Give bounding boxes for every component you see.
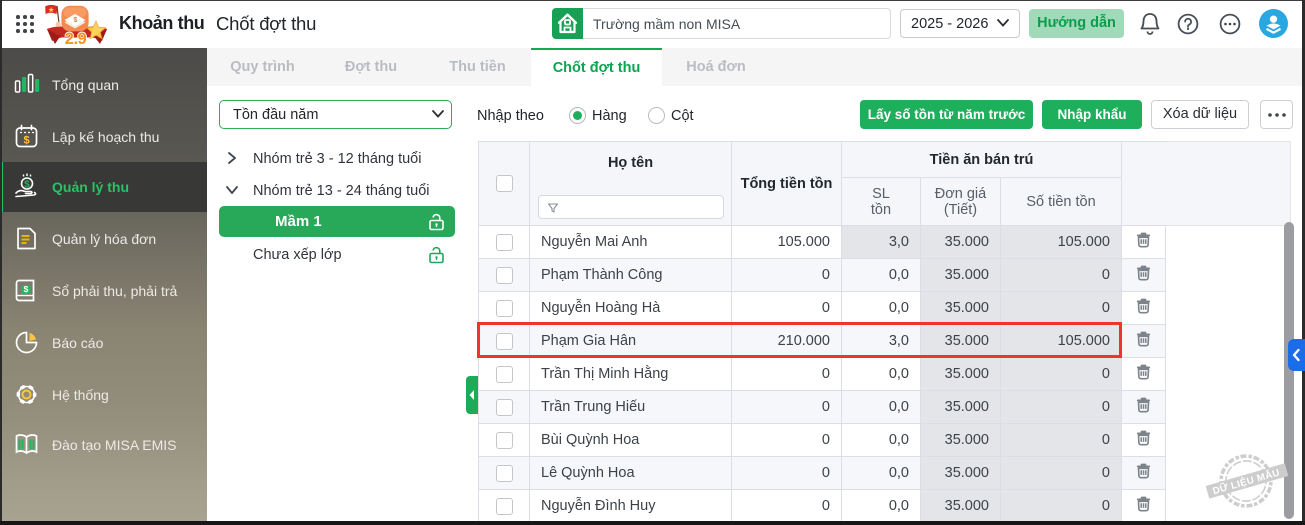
svg-text:$: $ (23, 135, 29, 147)
svg-text:$: $ (24, 284, 29, 294)
svg-text:$: $ (24, 180, 30, 191)
svg-text:$: $ (74, 17, 78, 24)
svg-text:2.9: 2.9 (65, 30, 87, 46)
